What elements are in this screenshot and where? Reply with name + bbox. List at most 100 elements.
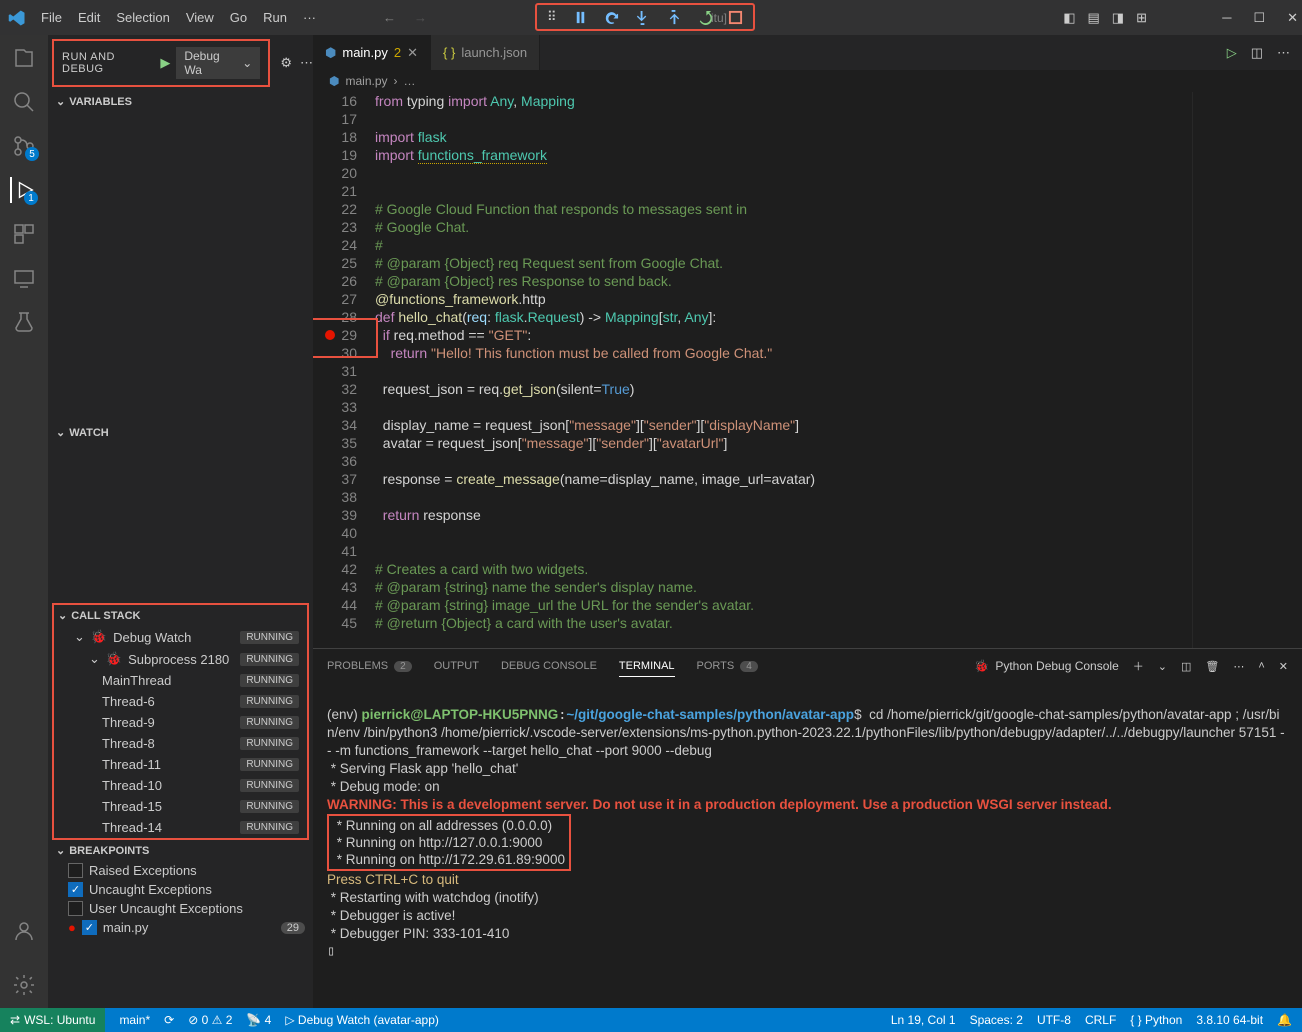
vscode-logo-icon [8,9,26,27]
run-icon[interactable]: ▷ [1227,45,1237,61]
explorer-icon[interactable] [11,45,37,71]
nav-forward-icon[interactable]: → [414,10,427,25]
breadcrumb[interactable]: ⬢ main.py›… [313,70,1302,92]
eol-indicator[interactable]: CRLF [1085,1013,1116,1027]
bp-uncaught[interactable]: ✓Uncaught Exceptions [48,880,313,899]
extensions-icon[interactable] [11,221,37,247]
gear-icon[interactable]: ⚙ [280,55,292,71]
bug-icon: 🐞 [106,651,122,667]
restart-icon[interactable] [697,10,712,25]
more-icon[interactable]: ⋯ [300,55,313,71]
cursor-position[interactable]: Ln 19, Col 1 [891,1013,956,1027]
tab-terminal[interactable]: TERMINAL [619,656,675,677]
thread-row[interactable]: Thread-10RUNNING [54,775,307,796]
search-icon[interactable] [11,89,37,115]
minimap[interactable] [1192,92,1302,648]
callstack-subprocess[interactable]: ⌄🐞Subprocess 2180 RUNNING [54,648,307,670]
bp-file[interactable]: ● ✓main.py 29 [48,918,313,937]
thread-row[interactable]: Thread-15RUNNING [54,796,307,817]
thread-row[interactable]: MainThreadRUNNING [54,670,307,691]
panel-icon[interactable]: ▤ [1088,10,1100,26]
start-debug-icon[interactable]: ▶ [160,55,170,71]
variables-header[interactable]: ⌄VARIABLES [48,91,313,112]
menu-go[interactable]: Go [223,6,254,29]
bp-raised[interactable]: Raised Exceptions [48,861,313,880]
callstack-section: ⌄CALL STACK ⌄🐞Debug Watch RUNNING ⌄🐞Subp… [52,603,309,840]
ports-indicator[interactable]: 📡 4 [246,1013,271,1027]
close-icon[interactable]: ✕ [407,45,418,61]
tab-problems[interactable]: PROBLEMS2 [327,656,412,676]
step-over-icon[interactable] [604,10,619,25]
minimize-icon[interactable]: ─ [1222,10,1231,26]
panel-tabs: PROBLEMS2 OUTPUT DEBUG CONSOLE TERMINAL … [313,649,1302,683]
chevron-down-icon[interactable]: ⌄ [1158,660,1167,673]
remote-indicator[interactable]: ⇄ WSL: Ubuntu [0,1008,105,1032]
drag-handle-icon[interactable]: ⠿ [547,9,557,25]
settings-icon[interactable] [11,972,37,998]
encoding-indicator[interactable]: UTF-8 [1037,1013,1071,1027]
menu-view[interactable]: View [179,6,221,29]
menu-selection[interactable]: Selection [109,6,176,29]
trash-icon[interactable]: 🗑 [1205,660,1219,673]
notifications-icon[interactable]: 🔔 [1277,1013,1292,1027]
code-editor[interactable]: 1617181920212223242526272829303132333435… [313,92,1302,648]
menu-edit[interactable]: Edit [71,6,107,29]
step-into-icon[interactable] [635,10,650,25]
step-out-icon[interactable] [666,10,681,25]
breakpoints-header[interactable]: ⌄BREAKPOINTS [48,840,313,861]
maximize-icon[interactable]: ☐ [1253,10,1265,26]
debug-config-dropdown[interactable]: Debug Wa ⌄ [176,47,260,79]
watch-header[interactable]: ⌄WATCH [48,422,313,443]
thread-row[interactable]: Thread-9RUNNING [54,712,307,733]
callstack-root[interactable]: ⌄🐞Debug Watch RUNNING [54,626,307,648]
nav-back-icon[interactable]: ← [383,10,396,25]
thread-row[interactable]: Thread-11RUNNING [54,754,307,775]
customize-icon[interactable]: ⊞ [1136,10,1147,26]
split-terminal-icon[interactable]: ◫ [1181,660,1191,673]
problems-indicator[interactable]: ⊘ 0 ⚠ 2 [188,1013,232,1027]
accounts-icon[interactable] [11,918,37,944]
pause-icon[interactable] [573,10,588,25]
tab-launch.json[interactable]: { }launch.json [431,35,540,70]
debug-icon[interactable]: 1 [10,177,36,203]
menu-···[interactable]: ··· [296,6,323,29]
callstack-header[interactable]: ⌄CALL STACK [54,605,307,626]
new-terminal-icon[interactable]: ＋ [1133,658,1144,674]
thread-row[interactable]: Thread-6RUNNING [54,691,307,712]
bug-icon: 🐞 [974,659,989,673]
remote-icon[interactable] [11,265,37,291]
bug-icon: 🐞 [91,629,107,645]
tab-output[interactable]: OUTPUT [434,656,479,676]
more-icon[interactable]: ⋯ [1233,660,1244,673]
python-version[interactable]: 3.8.10 64-bit [1196,1013,1263,1027]
menu-run[interactable]: Run [256,6,294,29]
thread-row[interactable]: Thread-14RUNNING [54,817,307,838]
debug-profile[interactable]: 🐞Python Debug Console [974,659,1118,673]
branch-indicator[interactable]: main* [119,1013,150,1027]
terminal-output[interactable]: (env) pierrick@LAPTOP-HKU5PNNG:~/git/goo… [313,683,1302,1008]
title-bar: FileEditSelectionViewGoRun··· ← → ⠿ itu]… [0,0,1302,35]
command-center[interactable]: itu] [711,11,727,25]
tab-debug-console[interactable]: DEBUG CONSOLE [501,656,597,676]
thread-row[interactable]: Thread-8RUNNING [54,733,307,754]
menu-file[interactable]: File [34,6,69,29]
tab-main.py[interactable]: ⬢main.py2✕ [313,35,431,70]
indent-indicator[interactable]: Spaces: 2 [970,1013,1023,1027]
language-indicator[interactable]: { } Python [1130,1013,1182,1027]
bp-user-uncaught[interactable]: User Uncaught Exceptions [48,899,313,918]
close-icon[interactable]: ✕ [1287,10,1298,26]
sidebar-right-icon[interactable]: ◨ [1112,10,1124,26]
bottom-panel: PROBLEMS2 OUTPUT DEBUG CONSOLE TERMINAL … [313,648,1302,1008]
stop-icon[interactable] [728,10,743,25]
split-icon[interactable]: ◫ [1251,45,1263,61]
testing-icon[interactable] [11,309,37,335]
scm-icon[interactable]: 5 [11,133,37,159]
tab-ports[interactable]: PORTS4 [697,656,758,676]
more-icon[interactable]: ⋯ [1277,45,1290,61]
maximize-panel-icon[interactable]: ˄ [1258,660,1264,672]
layout-icon[interactable]: ◧ [1063,10,1075,26]
sync-icon[interactable]: ⟳ [164,1013,174,1027]
debug-status[interactable]: ▷ Debug Watch (avatar-app) [285,1013,439,1027]
nav-buttons: ← → [383,10,427,25]
close-panel-icon[interactable]: ✕ [1279,660,1288,673]
